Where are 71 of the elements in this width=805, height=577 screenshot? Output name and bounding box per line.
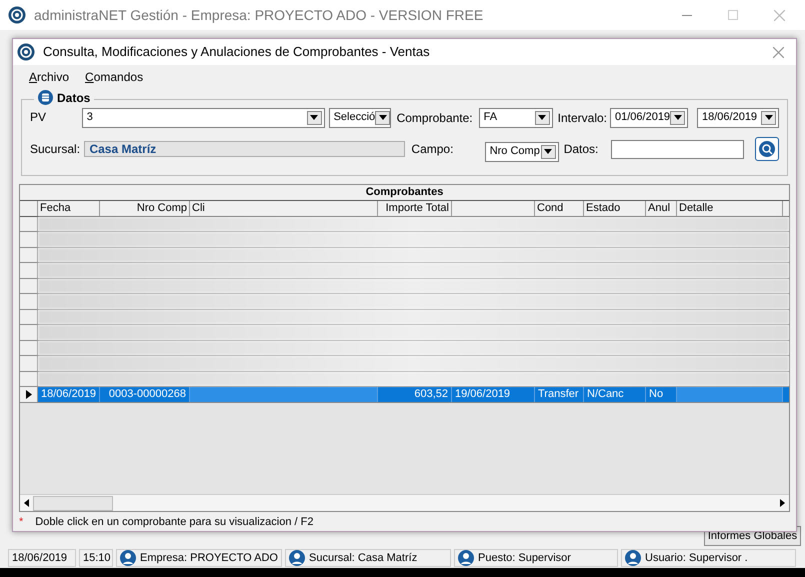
field-label: Datos: xyxy=(564,140,600,158)
search-button[interactable] xyxy=(755,136,779,161)
menu-item[interactable]: Comandos xyxy=(85,68,144,86)
field-label: PV xyxy=(30,108,48,126)
maximize-icon[interactable] xyxy=(728,10,738,20)
field-label: Intervalo: xyxy=(558,110,607,127)
field-label: Campo: xyxy=(411,140,454,158)
status-panel: Usuario: Supervisor . xyxy=(621,549,796,567)
datos-input[interactable] xyxy=(611,140,744,160)
scroll-left-icon[interactable] xyxy=(24,499,29,508)
sucursal-field: Casa Matríz xyxy=(84,140,406,157)
table-cell: 18/06/2019 xyxy=(38,387,100,402)
dialog-title: Consulta, Modificaciones y Anulaciones de Comprobantes - Ventas xyxy=(43,43,430,62)
date-to-dropdown[interactable]: 18/06/2019 xyxy=(697,108,779,128)
note-mark: * xyxy=(19,515,24,530)
campo-dropdown[interactable]: Nro Comp xyxy=(484,142,559,162)
column-header[interactable]: Detalle xyxy=(677,200,783,216)
app-logo-icon xyxy=(17,43,35,61)
group-title: Datos xyxy=(57,90,90,107)
blurred-row[interactable] xyxy=(20,216,789,232)
user-icon xyxy=(625,550,641,566)
table-cell: 603,52 xyxy=(378,387,452,402)
date-from-dropdown[interactable]: 01/06/2019 xyxy=(610,108,688,128)
scroll-right-icon[interactable] xyxy=(780,499,785,508)
status-panel: Puesto: Supervisor xyxy=(454,549,618,567)
search-icon xyxy=(759,140,776,157)
blurred-row[interactable] xyxy=(20,232,789,248)
column-header[interactable]: Cli xyxy=(190,200,378,216)
column-header[interactable]: Nro Comp xyxy=(100,200,190,216)
column-header[interactable]: Anul xyxy=(646,200,677,216)
column-header[interactable]: Fecha xyxy=(38,200,100,216)
column-header[interactable]: Estado xyxy=(584,200,646,216)
status-panel: 18/06/2019 xyxy=(8,549,76,567)
close-icon[interactable] xyxy=(773,46,784,58)
hint-text: Doble click en un comprobante para su visualizacion / F2 xyxy=(35,515,314,530)
row-pointer-icon xyxy=(26,390,32,399)
field-label: Comprobante: xyxy=(396,110,473,127)
user-icon xyxy=(120,550,136,566)
blurred-row[interactable] xyxy=(20,248,789,264)
scrollbar-thumb[interactable] xyxy=(33,496,113,511)
user-icon xyxy=(458,550,474,566)
blurred-row[interactable] xyxy=(20,356,789,372)
grid-row[interactable]: 18/06/2019 0003-00000268 603,52 19/06/2019 Transfer N/Canc No xyxy=(20,387,789,403)
field-label: Sucursal: xyxy=(30,140,82,158)
menu-item[interactable]: Archivo xyxy=(29,68,70,86)
grid-title: Comprobantes xyxy=(20,184,789,201)
table-cell: 19/06/2019 xyxy=(452,387,535,402)
column-header[interactable]: Importe Total xyxy=(378,200,452,216)
comprobante-dropdown[interactable]: FA xyxy=(478,108,553,128)
blurred-row[interactable] xyxy=(20,325,789,341)
app-logo-icon xyxy=(8,6,26,24)
status-panel: Empresa: PROYECTO ADO xyxy=(116,549,282,567)
blurred-row[interactable] xyxy=(20,340,789,356)
table-cell: N/Canc xyxy=(584,387,646,402)
blurred-row[interactable] xyxy=(20,310,789,326)
minimize-icon[interactable] xyxy=(682,14,692,16)
pv-dropdown[interactable]: 3 xyxy=(82,108,325,128)
status-panel: Sucursal: Casa Matríz xyxy=(285,549,451,567)
blurred-row[interactable] xyxy=(20,263,789,279)
close-icon[interactable] xyxy=(774,10,785,20)
database-icon xyxy=(38,90,53,106)
status-panel: 15:10 xyxy=(79,549,113,567)
user-icon xyxy=(289,550,305,566)
column-header[interactable]: Cond xyxy=(535,200,584,216)
horizontal-scrollbar[interactable] xyxy=(20,494,789,512)
blurred-row[interactable] xyxy=(20,278,789,294)
blurred-row[interactable] xyxy=(20,294,789,310)
window-title: administraNET Gestión - Empresa: PROYECTO ADO - VERSION FREE xyxy=(34,6,484,25)
blurred-row[interactable] xyxy=(20,372,789,388)
selector-dropdown[interactable]: Selecció xyxy=(328,108,391,128)
table-cell: Transfer xyxy=(535,387,584,402)
